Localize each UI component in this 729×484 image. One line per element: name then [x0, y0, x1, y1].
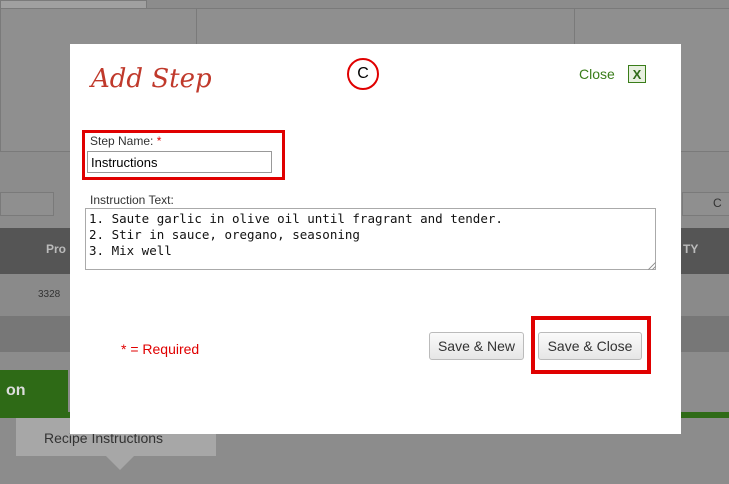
save-and-new-button[interactable]: Save & New — [429, 332, 524, 360]
dialog-title: Add Step — [91, 64, 212, 94]
annotation-circle-c: C — [347, 58, 379, 90]
bg-caret — [106, 456, 134, 470]
bg-header-product: Pro — [46, 242, 67, 256]
required-note: * = Required — [121, 341, 200, 357]
add-step-dialog: Add Step C Close X Step Name: * Instruct… — [70, 44, 681, 434]
close-link[interactable]: Close — [579, 66, 615, 82]
instruction-textarea[interactable]: 1. Saute garlic in olive oil until fragr… — [85, 208, 656, 270]
resize-handle-icon[interactable] — [648, 262, 656, 270]
required-star: * — [156, 134, 162, 148]
save-and-close-button[interactable]: Save & Close — [538, 332, 642, 360]
bg-header-qty: TY — [683, 242, 699, 256]
step-name-input[interactable] — [87, 151, 272, 173]
bg-filter-field — [0, 192, 54, 216]
bg-tab: on — [0, 370, 68, 418]
bg-row-value: 3328 — [38, 289, 61, 300]
close-icon[interactable]: X — [628, 65, 646, 83]
instruction-text-label: Instruction Text: — [90, 193, 174, 207]
step-name-label: Step Name: * — [90, 134, 162, 148]
bg-filter-button: C — [682, 192, 729, 216]
